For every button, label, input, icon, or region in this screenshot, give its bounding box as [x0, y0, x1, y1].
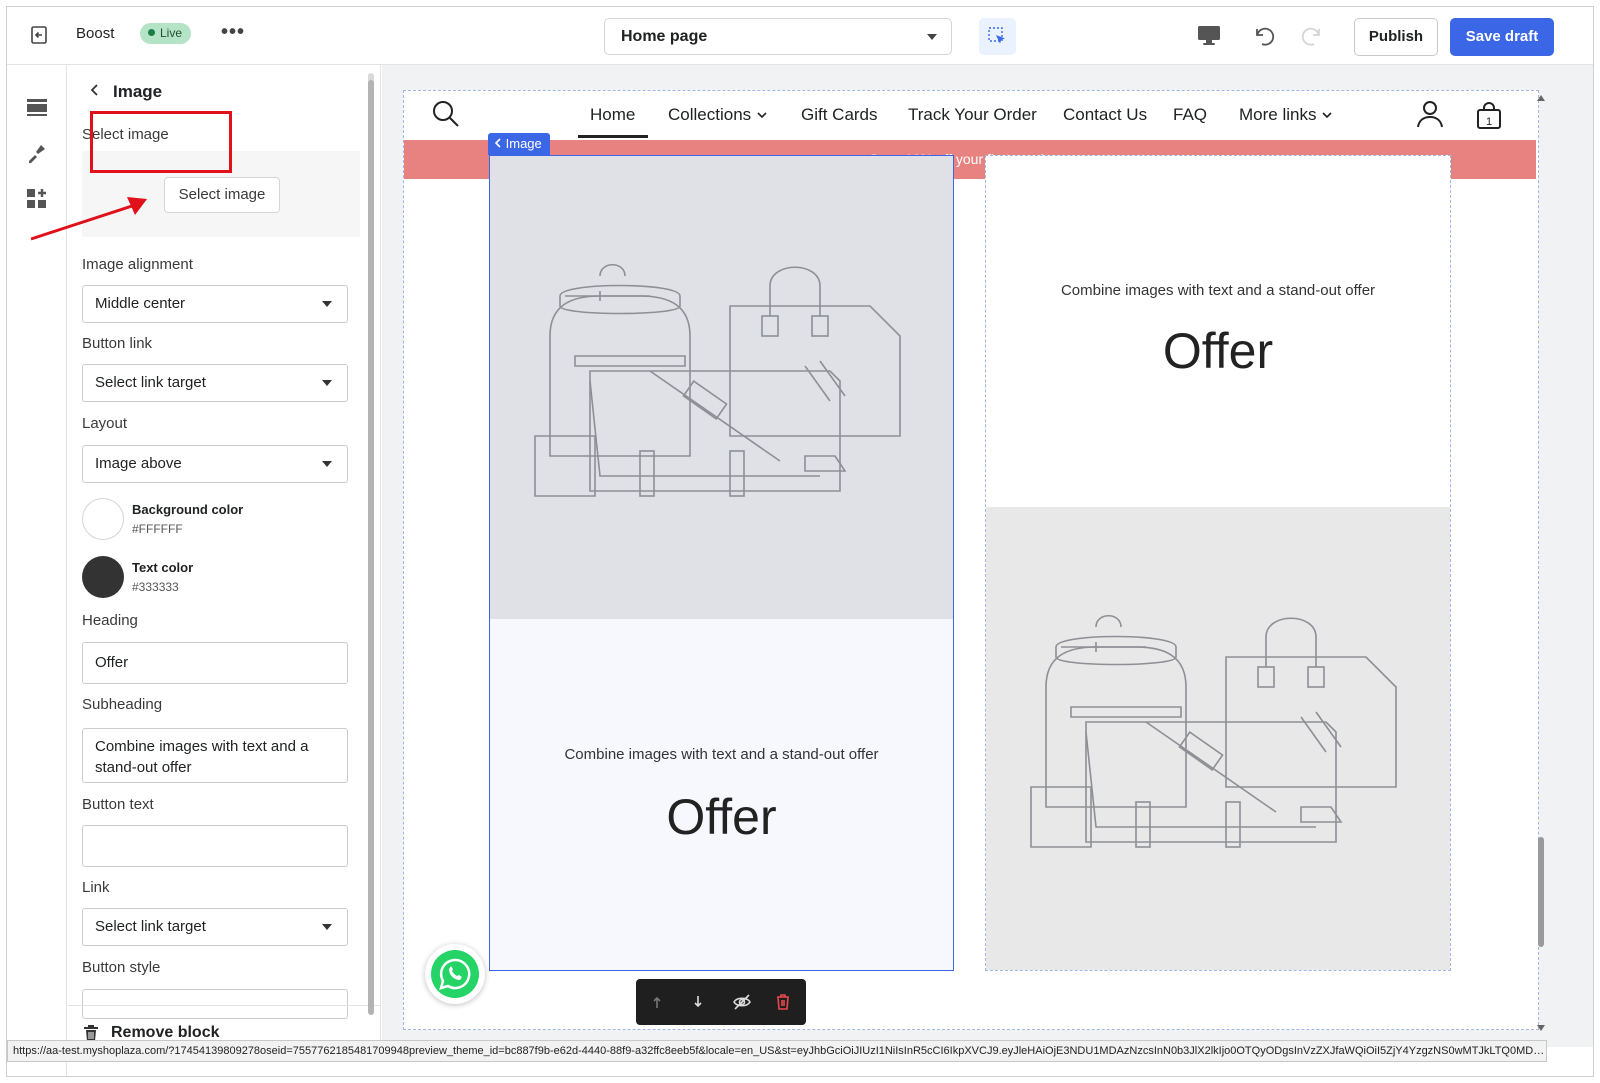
- scroll-up-arrow-icon[interactable]: [1537, 95, 1545, 101]
- image-alignment-value: Middle center: [95, 295, 186, 312]
- publish-button[interactable]: Publish: [1354, 18, 1438, 56]
- live-status-badge: Live: [140, 23, 192, 44]
- panel-footer-divider: [68, 1005, 380, 1006]
- layout-select[interactable]: Image above: [82, 445, 348, 483]
- back-arrow-icon[interactable]: [88, 83, 102, 97]
- nav-gift-cards[interactable]: Gift Cards: [801, 105, 878, 125]
- search-icon[interactable]: [431, 99, 461, 129]
- heading-label: Heading: [82, 612, 138, 629]
- chevron-down-icon: [927, 34, 937, 40]
- text-color-label: Text color: [132, 560, 194, 575]
- desktop-view-icon[interactable]: [1197, 25, 1221, 47]
- bags-illustration-icon: [534, 263, 901, 497]
- live-status-text: Live: [160, 26, 183, 40]
- sections-icon[interactable]: [25, 95, 49, 119]
- layout-label: Layout: [82, 415, 128, 432]
- red-arrow-icon: [30, 197, 147, 241]
- browser-status-url: https://aa-test.myshoplaza.com/?17454139…: [7, 1040, 1547, 1062]
- page-select-dropdown[interactable]: Home page: [604, 18, 952, 55]
- preview-scrollbar-thumb[interactable]: [1538, 837, 1544, 947]
- theme-settings-icon[interactable]: [25, 141, 49, 165]
- image-block[interactable]: Combine images with text and a stand-out…: [985, 155, 1451, 971]
- nav-more-links-label: More links: [1239, 105, 1317, 124]
- move-up-icon[interactable]: [649, 992, 669, 1012]
- button-style-select[interactable]: [82, 989, 348, 1019]
- whatsapp-button[interactable]: [425, 944, 485, 1004]
- store-name: Boost: [76, 25, 115, 42]
- chevron-down-icon: [322, 924, 332, 930]
- button-style-label: Button style: [82, 959, 161, 976]
- placeholder-image: [490, 156, 953, 619]
- redo-icon[interactable]: [1301, 23, 1327, 49]
- button-text-input[interactable]: [82, 825, 348, 867]
- chevron-down-icon: [757, 112, 767, 119]
- nav-more-links[interactable]: More links: [1239, 105, 1333, 125]
- link-label: Link: [82, 879, 110, 896]
- background-color-value: #FFFFFF: [132, 522, 183, 536]
- inspector-toggle-button[interactable]: [979, 18, 1016, 55]
- button-text-label: Button text: [82, 796, 154, 813]
- col1-subheading: Combine images with text and a stand-out…: [564, 746, 879, 763]
- image-alignment-label: Image alignment: [82, 256, 193, 273]
- chevron-down-icon: [322, 301, 332, 307]
- text-color-value: #333333: [132, 580, 179, 594]
- chevron-left-icon: [494, 138, 501, 148]
- nav-collections[interactable]: Collections: [668, 105, 768, 125]
- scroll-down-arrow-icon[interactable]: [1537, 1025, 1545, 1031]
- button-link-label: Button link: [82, 335, 153, 352]
- page-select-value: Home page: [621, 28, 708, 45]
- subheading-label: Subheading: [82, 696, 163, 713]
- live-dot-icon: [148, 29, 155, 36]
- layout-value: Image above: [95, 455, 182, 472]
- col2-heading: Offer: [1162, 323, 1274, 379]
- select-image-button[interactable]: Select image: [164, 177, 280, 213]
- link-select[interactable]: Select link target: [82, 908, 348, 946]
- selected-block-tag-label: Image: [505, 136, 542, 151]
- chevron-down-icon: [1322, 112, 1332, 119]
- chevron-down-icon: [322, 461, 332, 467]
- button-link-select[interactable]: Select link target: [82, 364, 348, 402]
- nav-home[interactable]: Home: [590, 105, 635, 125]
- top-bar: Boost Live ••• Home page Publish Save dr…: [7, 7, 1593, 65]
- highlight-box: [90, 111, 232, 173]
- text-color-swatch[interactable]: [82, 556, 124, 598]
- image-block-selected[interactable]: Combine images with text and a stand-out…: [489, 155, 954, 971]
- whatsapp-icon: [431, 950, 479, 998]
- panel-title: Image: [113, 82, 163, 101]
- exit-icon[interactable]: [27, 23, 51, 47]
- background-color-swatch[interactable]: [82, 498, 124, 540]
- placeholder-image: [986, 507, 1450, 970]
- chevron-down-icon: [322, 380, 332, 386]
- nav-active-underline: [578, 135, 648, 138]
- nav-track-order[interactable]: Track Your Order: [908, 105, 1037, 125]
- background-color-label: Background color: [132, 502, 244, 517]
- subheading-textarea[interactable]: Combine images with text and a stand-out…: [82, 728, 348, 783]
- panel-scrollbar-thumb[interactable]: [368, 80, 374, 1015]
- selected-block-tag: Image: [488, 133, 550, 155]
- save-draft-button[interactable]: Save draft: [1450, 18, 1554, 56]
- select-cursor-icon: [988, 27, 1005, 44]
- nav-collections-label: Collections: [668, 105, 752, 124]
- block-toolbar: [636, 979, 806, 1025]
- cart-count: 1: [1486, 116, 1492, 128]
- link-value: Select link target: [95, 918, 206, 935]
- image-alignment-select[interactable]: Middle center: [82, 285, 348, 323]
- account-icon[interactable]: [1415, 99, 1445, 129]
- move-down-icon[interactable]: [690, 992, 710, 1012]
- button-link-value: Select link target: [95, 374, 206, 391]
- nav-faq[interactable]: FAQ: [1173, 105, 1207, 125]
- bags-illustration-icon: [1030, 614, 1397, 848]
- col2-subheading: Combine images with text and a stand-out…: [1060, 282, 1376, 299]
- col1-heading: Offer: [666, 789, 777, 845]
- editor-window: Boost Live ••• Home page Publish Save dr…: [6, 6, 1594, 1077]
- delete-icon[interactable]: [773, 992, 793, 1012]
- undo-icon[interactable]: [1249, 23, 1275, 49]
- more-actions-button[interactable]: •••: [221, 21, 245, 44]
- nav-contact[interactable]: Contact Us: [1063, 105, 1147, 125]
- cart-icon[interactable]: 1: [1474, 101, 1504, 131]
- heading-input[interactable]: Offer: [82, 642, 348, 684]
- hide-icon[interactable]: [732, 992, 752, 1012]
